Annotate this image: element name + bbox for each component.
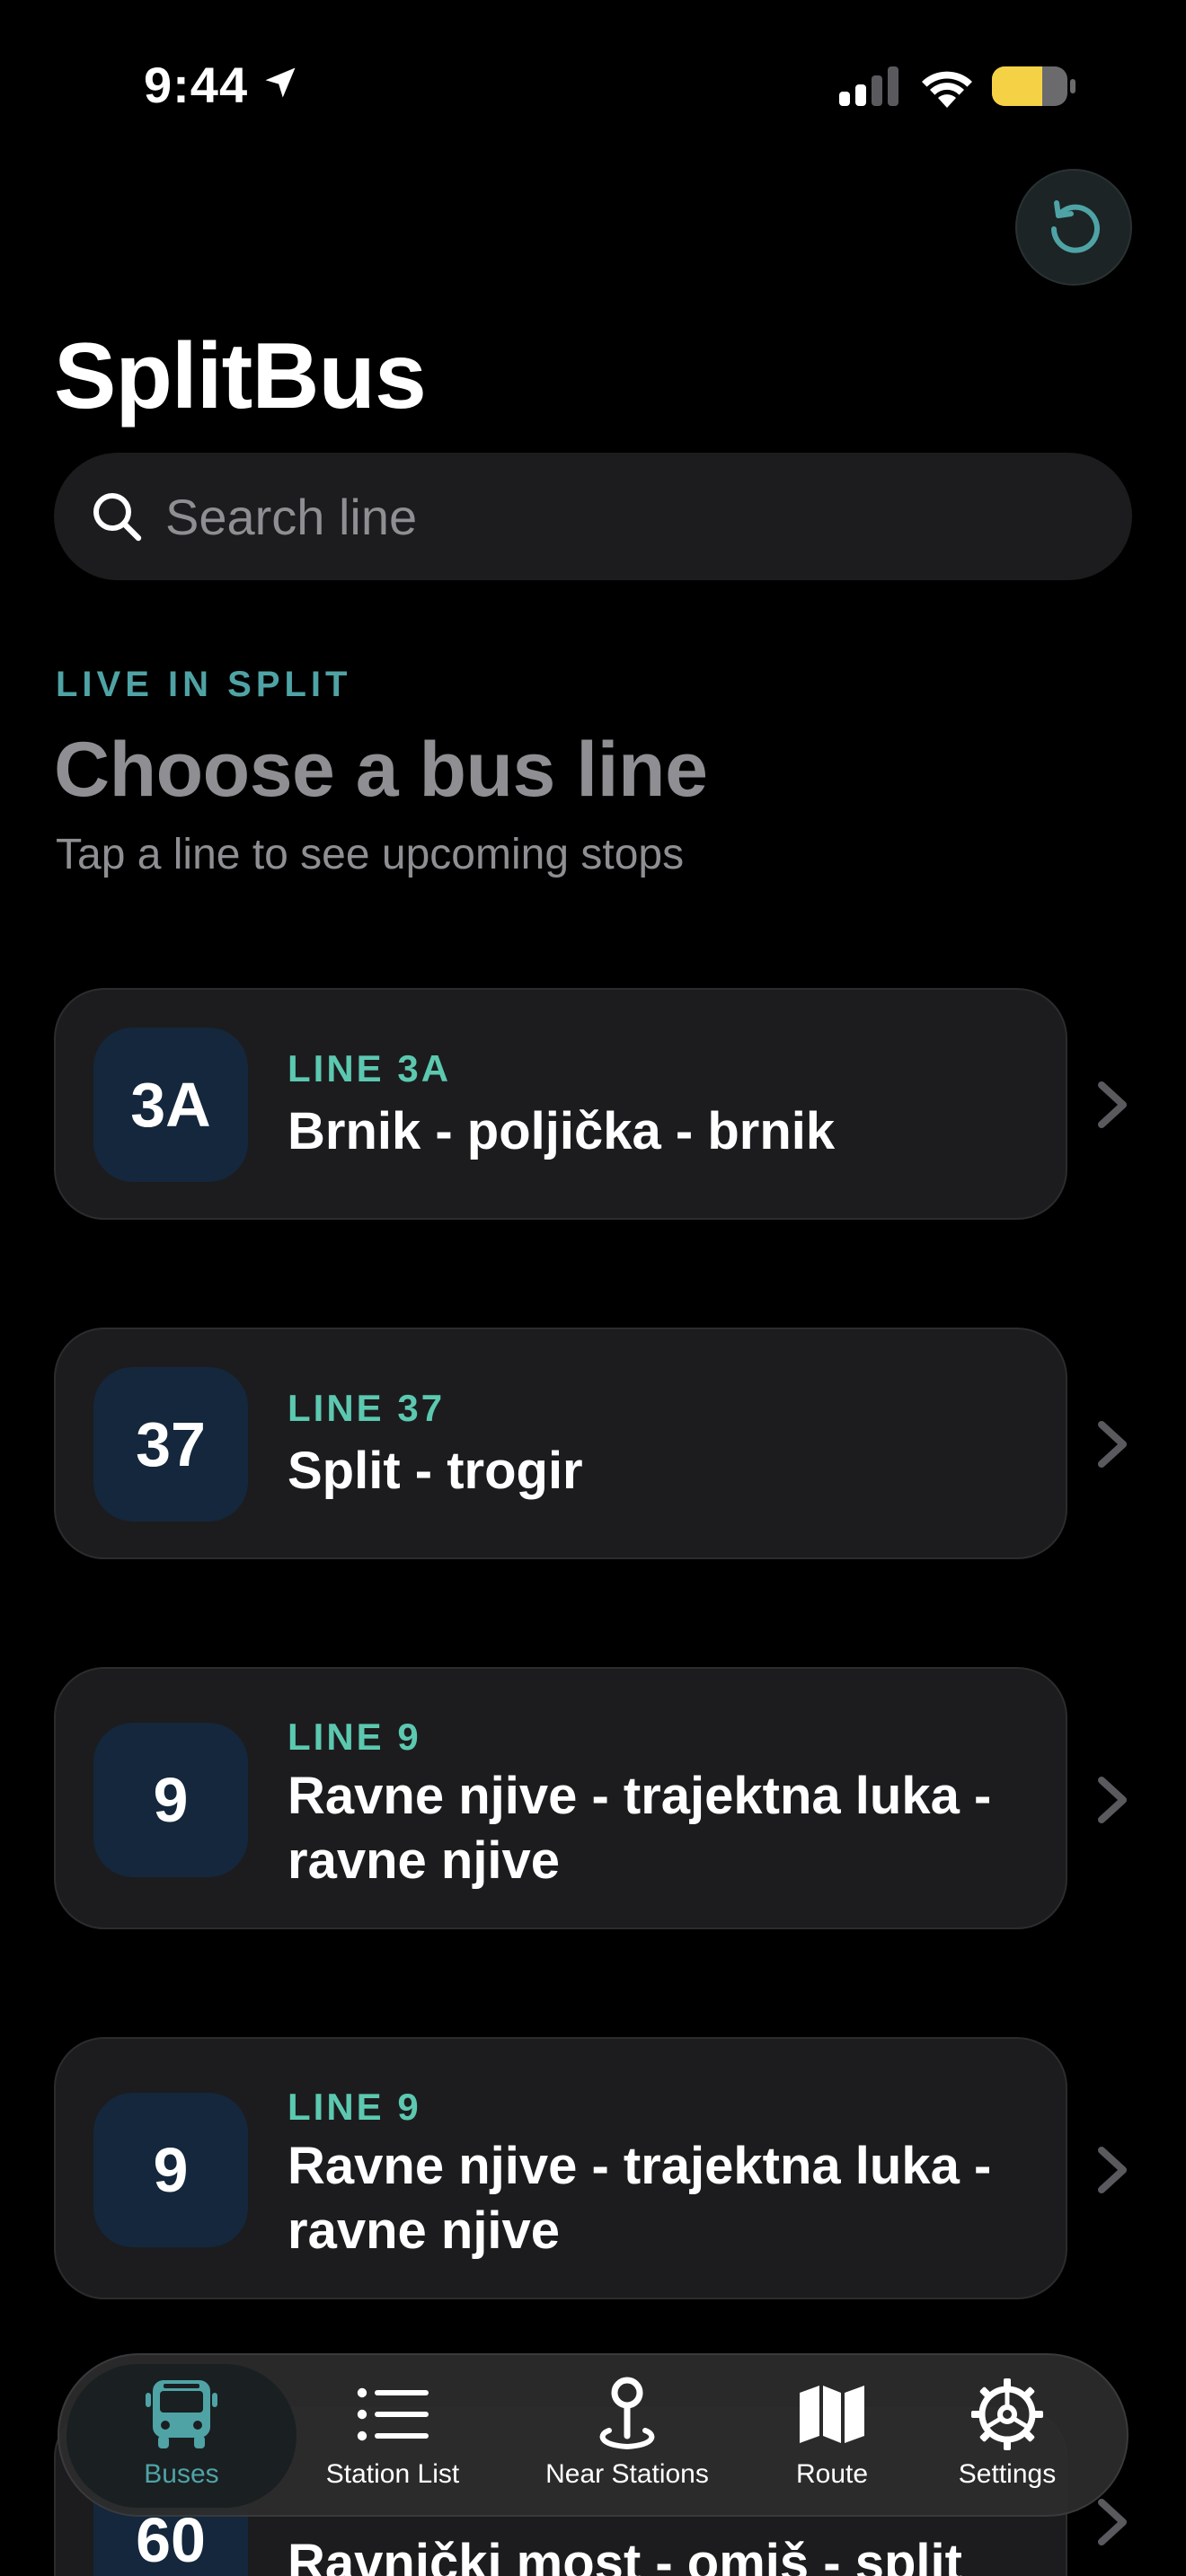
line-card[interactable]: 37 LINE 37 Split - trogir [54,1328,1067,1559]
tab-label: Buses [144,2459,219,2489]
line-label: LINE 9 [288,2086,421,2128]
tab-label: Near Stations [545,2459,709,2489]
refresh-button[interactable] [1015,169,1132,286]
line-route: Ravnički most - omiš - split [288,2534,962,2576]
pin-icon [599,2377,655,2450]
tab-label: Route [795,2459,869,2489]
line-route: Brnik - poljička - brnik [288,1102,836,1160]
search-icon [93,493,142,542]
section-title: Choose a bus line [54,727,708,813]
search-bar[interactable] [54,453,1132,580]
tab-buses[interactable]: Buses [66,2355,296,2519]
line-route: Split - trogir [288,1442,583,1500]
cellular-signal-icon [839,66,898,106]
bus-icon [146,2380,217,2448]
battery-icon [992,66,1075,106]
line-badge: 9 [93,1723,248,1877]
map-icon [800,2386,864,2443]
line-label: LINE 37 [288,1387,446,1429]
status-bar: 9:44 [0,0,1186,171]
line-card[interactable]: 3A LINE 3A Brnik - poljička - brnik [54,988,1067,1220]
status-time: 9:44 [144,57,249,113]
chevron-right-icon [1098,1421,1127,1468]
wifi-icon [922,71,972,108]
line-route: Ravne njive - trajektna luka - ravne nji… [288,2137,992,2260]
line-card[interactable]: 9 LINE 9 Ravne njive - trajektna luka - … [54,2037,1067,2299]
tab-near-stations[interactable]: Near Stations [519,2355,735,2519]
line-card[interactable]: 9 LINE 9 Ravne njive - trajektna luka - … [54,1667,1067,1929]
line-badge: 3A [93,1028,248,1182]
line-badge: 37 [93,1367,248,1522]
search-input[interactable] [165,487,1064,546]
chevron-right-icon [1098,1777,1127,1823]
app-title: SplitBus [54,324,427,428]
section-eyebrow: LIVE IN SPLIT [56,665,352,704]
chevron-right-icon [1098,2147,1127,2193]
tab-label: Station List [325,2459,460,2489]
tab-bar: Buses Station List Near Stations Route S… [58,2353,1128,2517]
screen: 9:44 SplitBus Search line LIVE IN SPLIT … [0,0,1186,2576]
line-badge: 9 [93,2093,248,2247]
line-route: Ravne njive - trajektna luka - ravne nji… [288,1767,992,1890]
tab-station-list[interactable]: Station List [298,2355,487,2519]
chevron-right-icon [1098,1081,1127,1128]
line-label: LINE 9 [288,1716,421,1758]
refresh-icon [1051,200,1100,253]
line-label: LINE 3A [288,1047,452,1090]
location-arrow-icon [265,67,296,98]
section-subtitle: Tap a line to see upcoming stops [56,831,685,878]
tab-settings[interactable]: Settings [922,2355,1093,2519]
chevron-right-icon [1098,2499,1127,2545]
gear-icon [971,2378,1043,2450]
list-icon [357,2387,429,2441]
tab-label: Settings [958,2459,1057,2489]
tab-route[interactable]: Route [760,2355,904,2519]
